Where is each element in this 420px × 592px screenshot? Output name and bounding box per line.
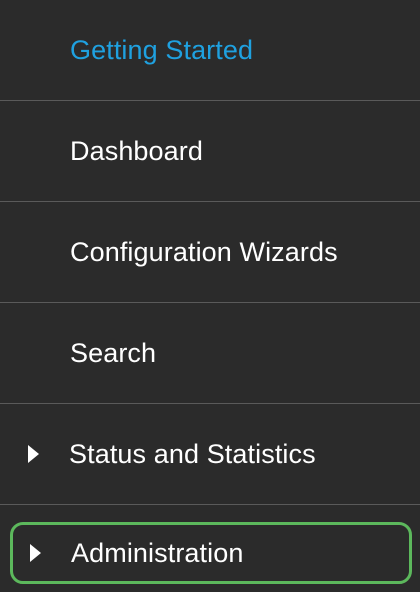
sidebar-item-label: Search: [70, 337, 157, 368]
sidebar-item-dashboard[interactable]: Dashboard: [0, 101, 420, 201]
sidebar-item-label: Configuration Wizards: [70, 236, 338, 267]
sidebar-item-status-and-statistics[interactable]: Status and Statistics: [0, 404, 420, 504]
sidebar-nav: Getting Started Dashboard Configuration …: [0, 0, 420, 592]
sidebar-item-label: Administration: [71, 537, 244, 568]
sidebar-item-label: Dashboard: [70, 135, 203, 166]
sidebar-item-label: Status and Statistics: [69, 438, 316, 469]
sidebar-item-configuration-wizards[interactable]: Configuration Wizards: [0, 202, 420, 302]
caret-right-icon: [30, 544, 41, 562]
caret-right-icon: [28, 445, 39, 463]
sidebar-item-administration[interactable]: Administration: [10, 522, 412, 584]
divider: [0, 504, 420, 505]
sidebar-item-getting-started[interactable]: Getting Started: [0, 0, 420, 100]
sidebar-item-search[interactable]: Search: [0, 303, 420, 403]
sidebar-item-label: Getting Started: [70, 34, 254, 65]
